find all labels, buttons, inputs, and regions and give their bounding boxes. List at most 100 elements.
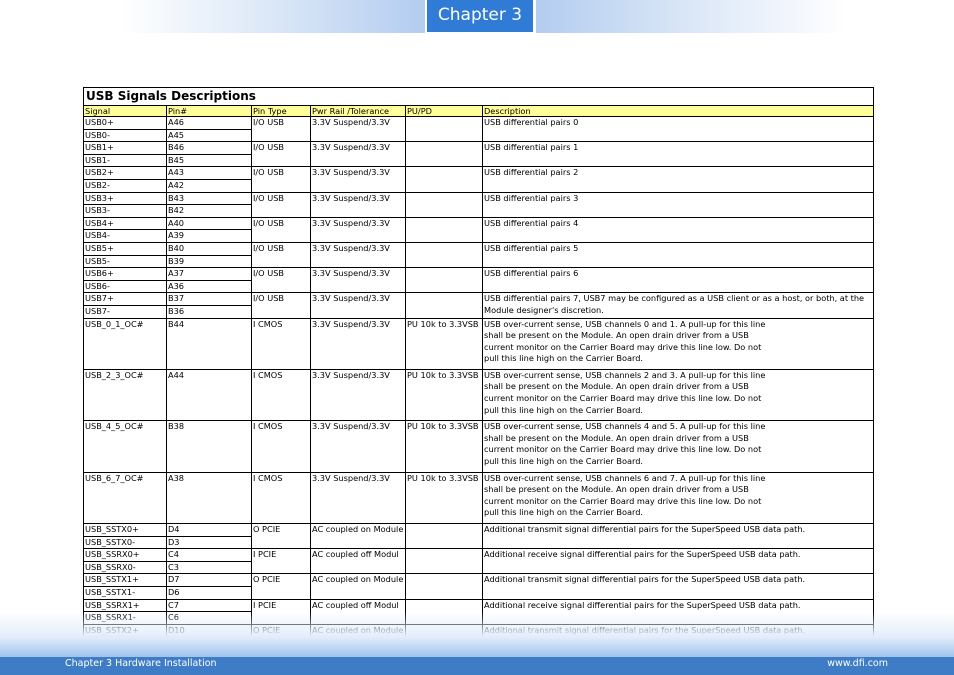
- signal-cell: USB_2_3_OC#: [83, 368, 167, 422]
- signal-cell: USB_SSRX1+: [83, 598, 167, 613]
- signal-cell: USB4+: [83, 216, 167, 231]
- table-row: USB7+ B37 I/O USB 3.3V Suspend/3.3V USB diff…: [83, 292, 875, 319]
- description-line: pull this line high on the Carrier Board…: [484, 456, 644, 467]
- signal-cell: USB_SSTX1-: [83, 585, 167, 600]
- signal-cell: USB0-: [83, 128, 167, 143]
- description-line: Additional receive signal differential p…: [484, 599, 801, 610]
- signal-cell: USB5+: [83, 241, 167, 256]
- column-header-signal: Signal: [83, 105, 167, 117]
- pin-cell: B39: [166, 254, 252, 269]
- signal-cell: USB2-: [83, 178, 167, 193]
- table-title: USB Signals Descriptions: [82, 87, 875, 106]
- pin-cell: B40: [166, 241, 252, 256]
- description-line: pull this line high on the Carrier Board…: [484, 353, 644, 364]
- pin-cell: A45: [166, 128, 252, 143]
- header-gradient-right: [536, 0, 846, 33]
- pin-type-cell: I/O USB: [251, 216, 311, 243]
- column-header-pu-pd: PU/PD: [405, 105, 483, 117]
- description-line: USB over-current sense, USB channels 4 a…: [484, 421, 766, 432]
- pin-cell: B38: [166, 420, 252, 473]
- pwr-rail-cell: 3.3V Suspend/3.3V: [310, 241, 406, 269]
- column-header-description: Description: [481, 105, 875, 117]
- pin-cell: A37: [166, 267, 252, 281]
- pwr-rail-cell: AC coupled off Modul: [310, 548, 406, 575]
- description-line: current monitor on the Carrier Board may…: [484, 393, 762, 404]
- description-cell: USB differential pairs 4: [481, 216, 875, 243]
- pwr-rail-cell: 3.3V Suspend/3.3V: [310, 141, 406, 168]
- pin-type-cell: O PCIE: [251, 522, 311, 550]
- pin-type-cell: I CMOS: [251, 317, 311, 370]
- pu-pd-cell: [405, 216, 483, 243]
- description-line: shall be present on the Module. An open …: [484, 484, 749, 495]
- description-cell: USB differential pairs 6: [481, 267, 875, 294]
- pwr-rail-cell: 3.3V Suspend/3.3V: [310, 471, 406, 525]
- pin-cell: B43: [166, 191, 252, 206]
- description-line: USB over-current sense, USB channels 0 a…: [484, 318, 766, 329]
- table-row: USB0+ A46 I/O USB 3.3V Suspend/3.3V USB diff…: [83, 115, 875, 143]
- pin-cell: C3: [166, 560, 252, 575]
- signal-cell: USB6+: [83, 267, 167, 281]
- signal-cell: USB5-: [83, 254, 167, 269]
- usb-signals-table: USB Signals Descriptions Signal Pin# Pin…: [82, 87, 875, 650]
- description-cell: USB differential pairs 3: [481, 191, 875, 218]
- pin-cell: B45: [166, 153, 252, 168]
- column-header-pwr-rail: Pwr Rail /Tolerance: [310, 105, 406, 117]
- signal-cell: USB_4_5_OC#: [83, 420, 167, 473]
- pin-cell: B46: [166, 141, 252, 155]
- signal-cell: USB_0_1_OC#: [83, 317, 167, 370]
- pu-pd-cell: [405, 292, 483, 319]
- pu-pd-cell: [405, 573, 483, 600]
- table-row: USB1+ B46 I/O USB 3.3V Suspend/3.3V USB diff…: [83, 141, 875, 168]
- pu-pd-cell: [405, 115, 483, 143]
- description-line: pull this line high on the Carrier Board…: [484, 404, 644, 415]
- signal-cell: USB_SSTX1+: [83, 573, 167, 587]
- pu-pd-cell: PU 10k to 3.3VSB: [405, 368, 483, 422]
- pu-pd-cell: PU 10k to 3.3VSB: [405, 471, 483, 525]
- pin-type-cell: I/O USB: [251, 267, 311, 294]
- description-line: current monitor on the Carrier Board may…: [484, 341, 762, 352]
- pin-type-cell: I/O USB: [251, 166, 311, 193]
- description-cell: USB differential pairs 0: [481, 115, 875, 143]
- description-line: USB differential pairs 6: [484, 268, 579, 279]
- pin-cell: A46: [166, 116, 252, 130]
- pin-cell: B42: [166, 204, 252, 218]
- column-header-pin: Pin#: [166, 105, 252, 117]
- table-row: USB_0_1_OC# B44 I CMOS 3.3V Suspend/3.3V PU …: [83, 317, 875, 370]
- description-cell: USB over-current sense, USB channels 0 a…: [481, 317, 875, 370]
- footer-bar: Chapter 3 Hardware Installation www.dfi.…: [0, 657, 954, 675]
- pin-cell: D7: [166, 573, 252, 587]
- description-line: current monitor on the Carrier Board may…: [484, 444, 762, 455]
- pwr-rail-cell: 3.3V Suspend/3.3V: [310, 216, 406, 243]
- table-row: USB_SSTX1+ D7 O PCIE AC coupled on Module Ad…: [83, 573, 875, 600]
- description-line: Additional transmit signal differential …: [484, 574, 806, 585]
- pu-pd-cell: PU 10k to 3.3VSB: [405, 317, 483, 370]
- description-line: USB differential pairs 3: [484, 192, 579, 203]
- description-line: Module designer's discretion.: [484, 304, 604, 315]
- signal-cell: USB2+: [83, 166, 167, 180]
- table-row: USB_SSRX1+ C7 I PCIE AC coupled off Modul Ad…: [83, 598, 875, 625]
- pwr-rail-cell: 3.3V Suspend/3.3V: [310, 317, 406, 370]
- pu-pd-cell: [405, 166, 483, 193]
- pin-cell: A44: [166, 368, 252, 422]
- description-line: pull this line high on the Carrier Board…: [484, 507, 644, 518]
- pin-cell: C7: [166, 598, 252, 613]
- pin-type-cell: I CMOS: [251, 368, 311, 422]
- footer-website[interactable]: www.dfi.com: [827, 658, 888, 669]
- footer-gradient: [0, 612, 954, 657]
- pwr-rail-cell: AC coupled on Module: [310, 522, 406, 550]
- description-cell: USB over-current sense, USB channels 2 a…: [481, 368, 875, 422]
- footer-chapter-label: Chapter 3 Hardware Installation: [65, 658, 217, 669]
- description-line: USB over-current sense, USB channels 2 a…: [484, 369, 766, 380]
- pin-cell: D6: [166, 585, 252, 600]
- pin-type-cell: I/O USB: [251, 141, 311, 168]
- pwr-rail-cell: 3.3V Suspend/3.3V: [310, 166, 406, 193]
- pin-cell: A43: [166, 166, 252, 180]
- pin-cell: A36: [166, 279, 252, 294]
- description-line: USB differential pairs 7, USB7 may be co…: [484, 293, 865, 304]
- description-line: USB differential pairs 5: [484, 242, 579, 253]
- pin-cell: A38: [166, 471, 252, 525]
- signal-cell: USB_6_7_OC#: [83, 471, 167, 525]
- description-cell: USB differential pairs 2: [481, 166, 875, 193]
- pwr-rail-cell: 3.3V Suspend/3.3V: [310, 368, 406, 422]
- description-cell: Additional transmit signal differential …: [481, 522, 875, 550]
